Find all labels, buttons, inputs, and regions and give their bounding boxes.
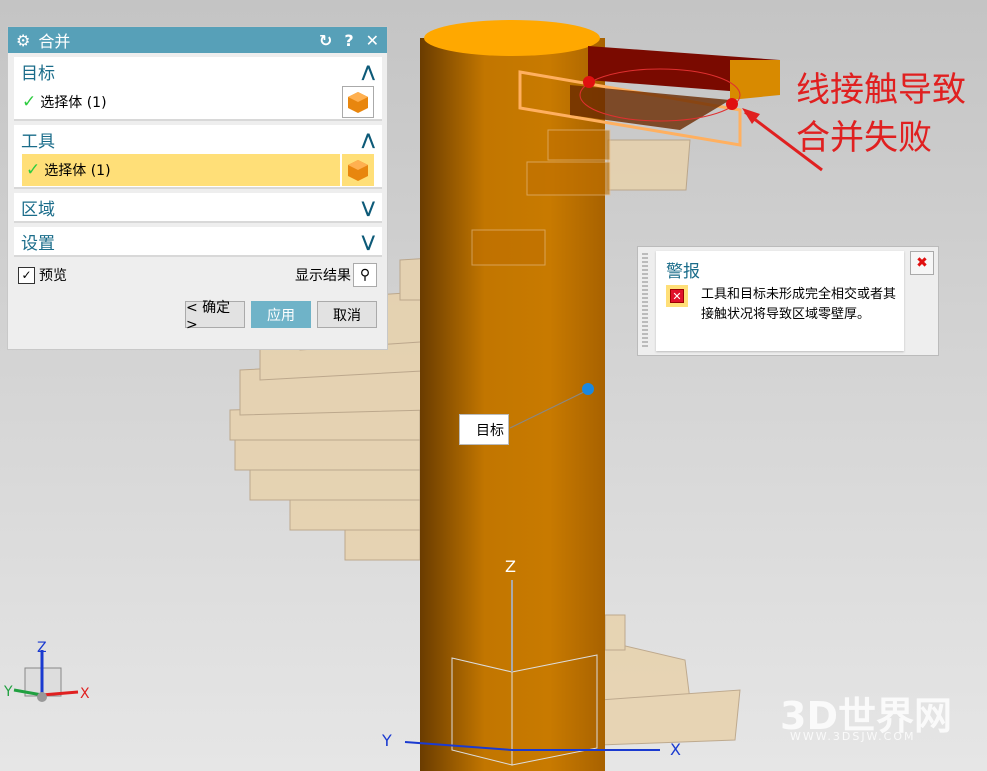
section-label: 目标: [21, 63, 55, 84]
close-icon[interactable]: ✕: [366, 31, 379, 50]
chevron-down-icon[interactable]: ⋁: [362, 232, 375, 251]
annotation: 线接触导致 合并失败: [796, 66, 966, 162]
cylinder-top: [424, 20, 600, 56]
cube-icon: [348, 92, 368, 113]
preview-label: 预览: [39, 268, 67, 284]
magnifier-icon: ⚲: [359, 267, 371, 283]
select-body-label: 选择体 (1): [40, 95, 107, 111]
section-tool-header[interactable]: 工具 ⋀: [14, 125, 382, 153]
reset-icon[interactable]: ↻: [319, 31, 332, 50]
show-result-button[interactable]: ⚲: [353, 263, 377, 287]
merge-dialog: ⚙ 合并 ↻ ? ✕ 目标 ⋀ ✓ 选择体 (1) 工具 ⋀ ✓ 选择体 (1) 区域 ⋁…: [7, 26, 388, 350]
error-icon: ✕: [666, 285, 688, 307]
select-body-row[interactable]: ✓ 选择体 (1): [14, 85, 382, 119]
target-point[interactable]: [582, 383, 594, 395]
select-body-row[interactable]: ✓ 选择体 (1): [14, 153, 382, 187]
ok-button[interactable]: < 确定 >: [185, 300, 245, 333]
select-body-button[interactable]: [342, 154, 374, 186]
section-tool: 工具 ⋀ ✓ 选择体 (1): [14, 125, 382, 189]
section-settings-header[interactable]: 设置 ⋁: [14, 227, 382, 255]
watermark-url: WWW.3DSJW.COM: [790, 730, 916, 743]
triad-y-label: Y: [3, 684, 13, 700]
alert-panel: 警报 ✕ 工具和目标未形成完全相交或者其接触状况将导致区域零壁厚。 ✖: [637, 246, 939, 356]
gear-icon[interactable]: ⚙: [16, 31, 30, 50]
chevron-down-icon[interactable]: ⋁: [362, 198, 375, 217]
section-settings: 设置 ⋁: [14, 227, 382, 257]
section-target-header[interactable]: 目标 ⋀: [14, 57, 382, 85]
drag-handle[interactable]: [642, 253, 648, 349]
preview-checkbox[interactable]: ✓ 预览: [18, 265, 67, 285]
checkbox-checked-icon[interactable]: ✓: [18, 266, 35, 284]
cube-icon: [348, 160, 368, 181]
apply-button[interactable]: 应用: [251, 301, 311, 328]
axis-z-label: Z: [505, 557, 516, 576]
alert-close-button[interactable]: ✖: [910, 251, 934, 275]
annotation-line2: 合并失败: [796, 118, 932, 158]
select-body-label: 选择体 (1): [44, 163, 111, 179]
check-icon: ✓: [22, 92, 37, 112]
select-body-button[interactable]: [342, 86, 374, 118]
section-label: 设置: [21, 233, 55, 254]
section-label: 工具: [21, 131, 55, 152]
target-tag[interactable]: 目标: [459, 414, 509, 445]
section-target: 目标 ⋀ ✓ 选择体 (1): [14, 57, 382, 121]
axis-x-label: X: [670, 740, 681, 759]
alert-message: 工具和目标未形成完全相交或者其接触状况将导致区域零壁厚。: [701, 287, 897, 322]
dialog-titlebar[interactable]: ⚙ 合并 ↻ ? ✕: [8, 27, 387, 53]
target-tag-label: 目标: [476, 422, 504, 439]
triad-x-label: X: [80, 686, 90, 702]
show-result-label: 显示结果: [295, 268, 351, 284]
view-triad-icon: [13, 650, 79, 702]
chevron-up-icon[interactable]: ⋀: [362, 62, 375, 81]
section-region: 区域 ⋁: [14, 193, 382, 223]
chevron-up-icon[interactable]: ⋀: [362, 130, 375, 149]
annotation-line1: 线接触导致: [796, 70, 966, 110]
help-icon[interactable]: ?: [344, 31, 353, 50]
section-region-header[interactable]: 区域 ⋁: [14, 193, 382, 221]
dialog-title: 合并: [38, 32, 71, 51]
cancel-button[interactable]: 取消: [317, 301, 377, 328]
check-icon: ✓: [26, 160, 41, 180]
axis-y-label: Y: [381, 731, 392, 750]
triad-z-label: Z: [37, 640, 47, 656]
alert-title: 警报: [666, 262, 700, 282]
section-label: 区域: [21, 199, 55, 220]
